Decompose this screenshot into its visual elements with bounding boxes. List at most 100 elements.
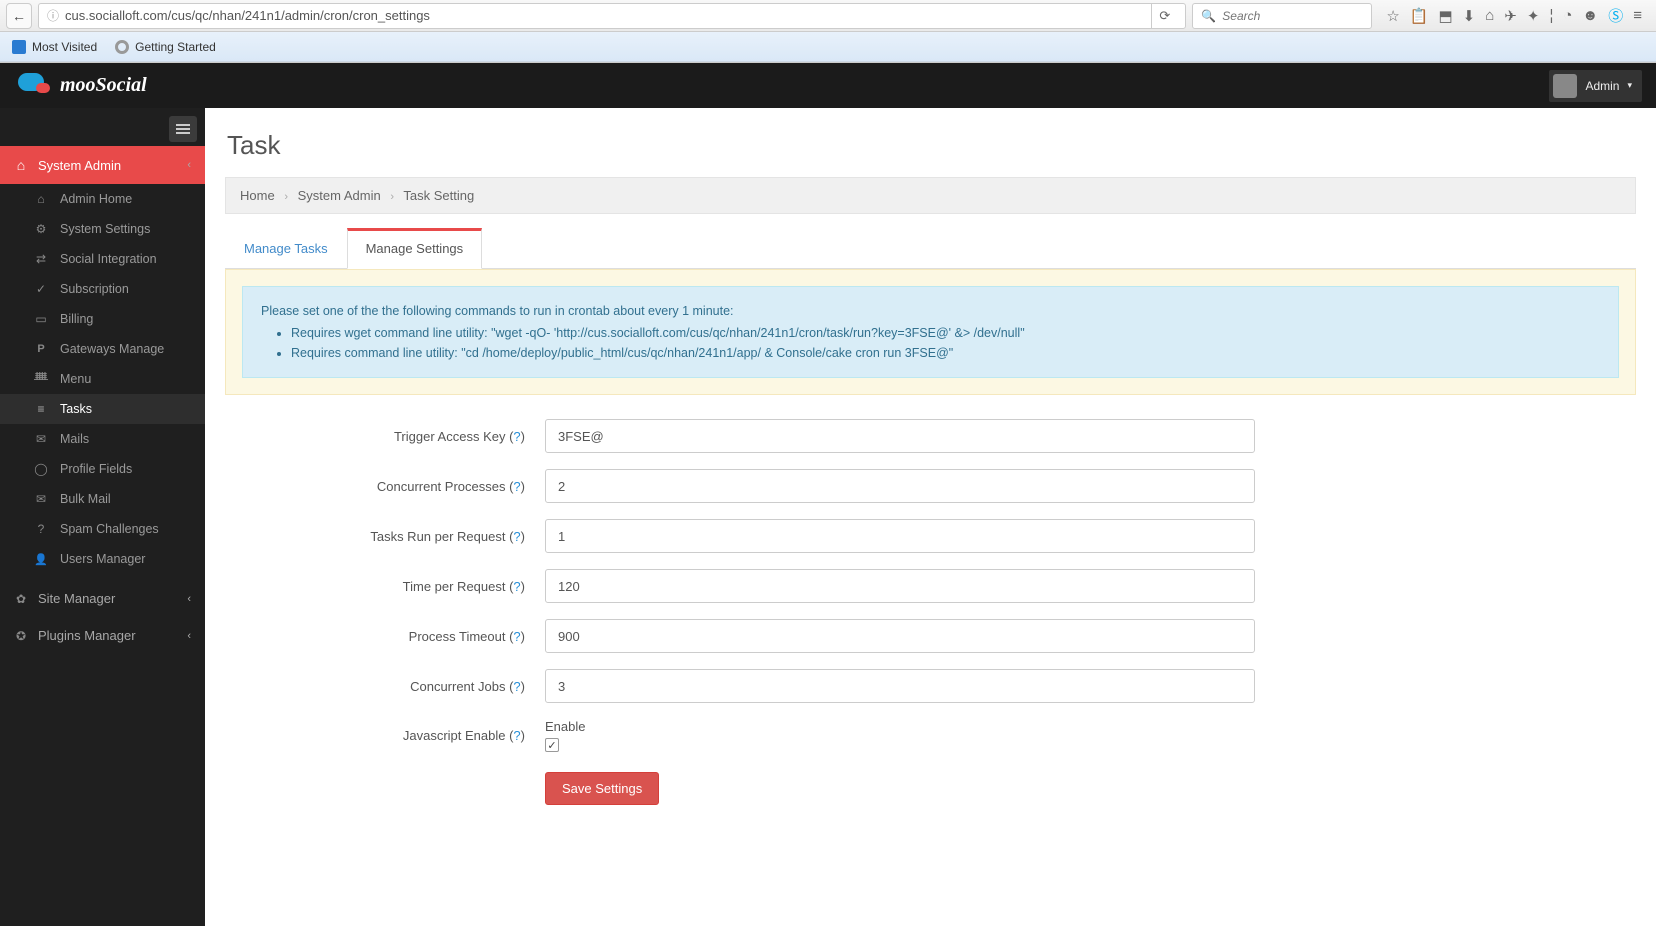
alert-wrapper: Please set one of the the following comm… xyxy=(225,269,1636,395)
avatar xyxy=(1553,74,1577,98)
save-settings-button[interactable]: Save Settings xyxy=(545,772,659,805)
face-icon[interactable]: ☻ xyxy=(1582,7,1598,24)
skype-icon[interactable]: Ⓢ xyxy=(1608,5,1623,26)
sidebar-item-tasks[interactable]: Tasks xyxy=(0,394,205,424)
user-menu[interactable]: Admin ▾ xyxy=(1549,70,1642,102)
sidebar-item-admin-home[interactable]: Admin Home xyxy=(0,184,205,214)
help-icon[interactable]: ? xyxy=(513,579,520,594)
url-input[interactable] xyxy=(65,8,1145,23)
menu-icon[interactable]: ≡ xyxy=(1633,7,1642,24)
clipboard-icon[interactable]: 📋 xyxy=(1410,7,1429,25)
sidebar-item-label: Tasks xyxy=(60,402,92,416)
bookmark-most-visited[interactable]: Most Visited xyxy=(12,40,97,54)
sidebar-section-system-admin[interactable]: System Admin ‹ xyxy=(0,146,205,184)
sidebar-item-menu[interactable]: Menu xyxy=(0,364,205,394)
clock-icon[interactable]: ◔ xyxy=(1563,7,1572,24)
home-icon xyxy=(14,157,28,173)
sidebar-item-label: System Settings xyxy=(60,222,150,236)
sidebar-item-gateways-manage[interactable]: Gateways Manage xyxy=(0,334,205,364)
chevron-right-icon: › xyxy=(284,191,288,203)
site-icon xyxy=(14,592,28,606)
tab-manage-settings[interactable]: Manage Settings xyxy=(347,228,483,269)
logo-text: mooSocial xyxy=(60,74,147,97)
sidebar-item-mails[interactable]: Mails xyxy=(0,424,205,454)
field-label: Javascript Enable (?) xyxy=(225,728,545,743)
bookmark-getting-started[interactable]: Getting Started xyxy=(115,40,216,54)
sidebar-item-label: Spam Challenges xyxy=(60,522,159,536)
downloads-icon[interactable]: ⬇ xyxy=(1463,7,1476,25)
addon-icon[interactable]: ✦ xyxy=(1527,7,1540,25)
sidebar-item-system-settings[interactable]: System Settings xyxy=(0,214,205,244)
breadcrumb: Home › System Admin › Task Setting xyxy=(225,177,1636,214)
field-concurrent-jobs: Concurrent Jobs (?) xyxy=(225,669,1255,703)
sidebar-toggle[interactable] xyxy=(169,116,197,142)
alert-line: Requires wget command line utility: "wge… xyxy=(291,323,1600,343)
home-icon[interactable]: ⌂ xyxy=(1485,7,1494,24)
bookmark-icon xyxy=(115,40,129,54)
payment-icon xyxy=(34,343,48,355)
sidebar-section-label: Site Manager xyxy=(38,591,115,606)
breadcrumb-current: Task Setting xyxy=(403,188,474,203)
home-icon xyxy=(34,192,48,206)
field-label: Trigger Access Key (?) xyxy=(225,429,545,444)
javascript-enable-checkbox[interactable]: ✓ xyxy=(545,738,559,752)
chevron-right-icon: › xyxy=(390,191,394,203)
sidebar-section-label: Plugins Manager xyxy=(38,628,136,643)
breadcrumb-home[interactable]: Home xyxy=(240,188,275,203)
info-alert: Please set one of the the following comm… xyxy=(242,286,1619,378)
sidebar-item-label: Users Manager xyxy=(60,552,145,566)
sidebar-item-label: Admin Home xyxy=(60,192,132,206)
back-button[interactable]: ← xyxy=(6,3,32,29)
sidebar-item-label: Social Integration xyxy=(60,252,157,266)
field-process-timeout: Process Timeout (?) xyxy=(225,619,1255,653)
share-icon xyxy=(34,252,48,266)
reload-button[interactable]: ⟳ xyxy=(1151,3,1177,29)
page-title: Task xyxy=(227,130,1636,161)
process-timeout-input[interactable] xyxy=(545,619,1255,653)
browser-search-input[interactable] xyxy=(1222,9,1379,23)
sidebar-item-label: Subscription xyxy=(60,282,129,296)
help-icon[interactable]: ? xyxy=(513,429,520,444)
sidebar-item-profile-fields[interactable]: Profile Fields xyxy=(0,454,205,484)
plugin-icon xyxy=(14,629,28,643)
sidebar-section-site-manager[interactable]: Site Manager ‹ xyxy=(0,580,205,617)
card-icon xyxy=(34,312,48,326)
tasks-run-per-request-input[interactable] xyxy=(545,519,1255,553)
sidebar-item-bulk-mail[interactable]: Bulk Mail xyxy=(0,484,205,514)
chevron-left-icon: ‹ xyxy=(187,159,191,171)
help-icon[interactable]: ? xyxy=(513,479,520,494)
app-header: mooSocial Admin ▾ xyxy=(0,63,1656,108)
browser-toolbar-icons: ☆ 📋 ⬒ ⬇ ⌂ ✈ ✦ ¦ ◔ ☻ Ⓢ ≡ xyxy=(1378,5,1650,26)
pocket-icon[interactable]: ⬒ xyxy=(1438,7,1452,25)
user-label: Admin xyxy=(1585,79,1619,93)
breadcrumb-system-admin[interactable]: System Admin xyxy=(298,188,381,203)
separator-icon: ¦ xyxy=(1549,7,1553,24)
sidebar-item-users-manager[interactable]: Users Manager xyxy=(0,544,205,574)
concurrent-jobs-input[interactable] xyxy=(545,669,1255,703)
tab-manage-tasks[interactable]: Manage Tasks xyxy=(225,228,347,269)
help-icon[interactable]: ? xyxy=(513,529,520,544)
check-circle-icon xyxy=(34,462,48,476)
logo[interactable]: mooSocial xyxy=(14,73,147,99)
url-bar[interactable]: ⓘ ⟳ xyxy=(38,3,1186,29)
time-per-request-input[interactable] xyxy=(545,569,1255,603)
trigger-access-key-input[interactable] xyxy=(545,419,1255,453)
user-icon xyxy=(34,553,48,566)
sidebar-item-social-integration[interactable]: Social Integration xyxy=(0,244,205,274)
browser-search[interactable]: 🔍 xyxy=(1192,3,1372,29)
sidebar-item-spam-challenges[interactable]: Spam Challenges xyxy=(0,514,205,544)
bookmark-star-icon[interactable]: ☆ xyxy=(1386,7,1399,25)
bookmark-label: Most Visited xyxy=(32,40,97,54)
chevron-down-icon: ▾ xyxy=(1627,80,1632,91)
sidebar-item-subscription[interactable]: Subscription xyxy=(0,274,205,304)
help-icon[interactable]: ? xyxy=(513,728,520,743)
concurrent-processes-input[interactable] xyxy=(545,469,1255,503)
help-icon[interactable]: ? xyxy=(513,679,520,694)
sidebar-section-plugins-manager[interactable]: Plugins Manager ‹ xyxy=(0,617,205,654)
site-info-icon[interactable]: ⓘ xyxy=(47,7,59,24)
help-icon[interactable]: ? xyxy=(513,629,520,644)
sidebar-item-billing[interactable]: Billing xyxy=(0,304,205,334)
field-label: Concurrent Jobs (?) xyxy=(225,679,545,694)
field-label: Time per Request (?) xyxy=(225,579,545,594)
send-icon[interactable]: ✈ xyxy=(1504,7,1517,25)
